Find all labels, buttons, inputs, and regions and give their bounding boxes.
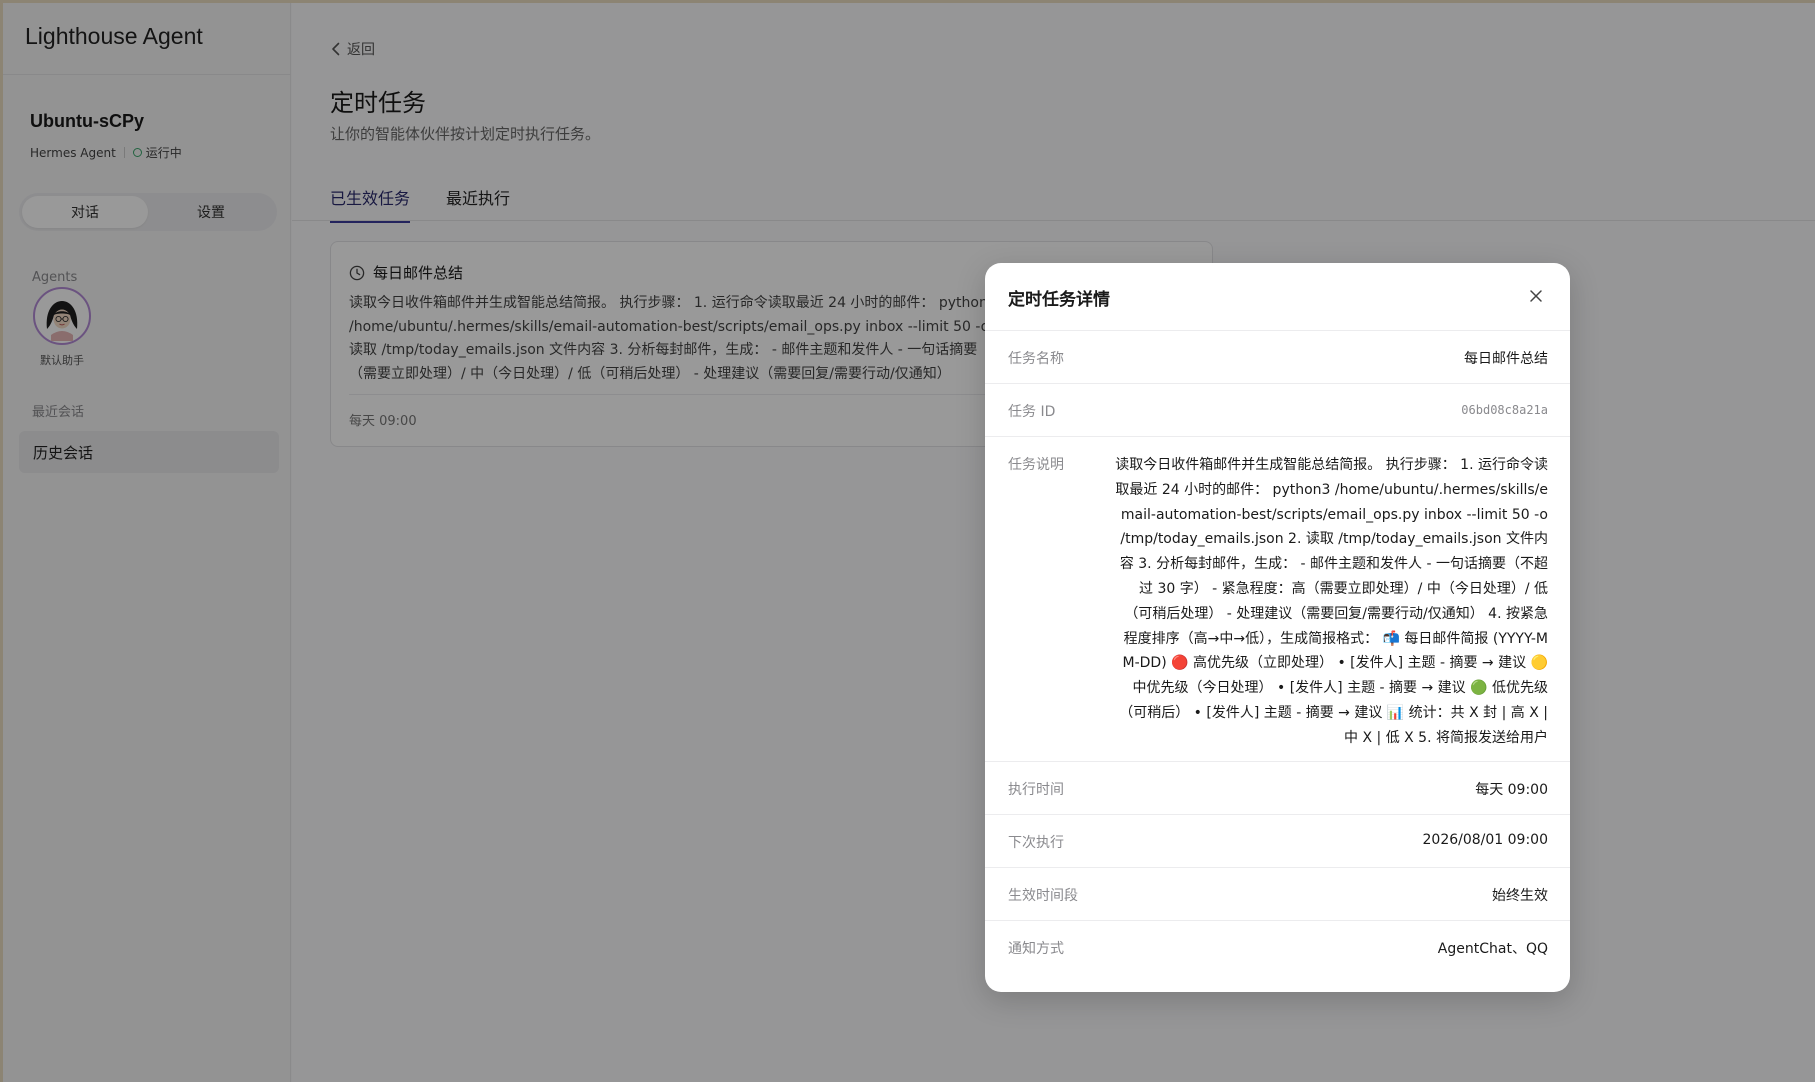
task-name-value: 每日邮件总结 [1464, 351, 1548, 367]
next-run-value: 2026/08/01 09:00 [1422, 832, 1549, 848]
task-description-value: 读取今日收件箱邮件并生成智能总结简报。 执行步骤： 1. 运行命令读取最近 24… [1115, 457, 1548, 746]
row-active-period: 生效时间段 始终生效 [985, 868, 1570, 921]
row-task-name: 任务名称 每日邮件总结 [985, 331, 1570, 384]
row-task-description: 任务说明 读取今日收件箱邮件并生成智能总结简报。 执行步骤： 1. 运行命令读取… [985, 437, 1570, 762]
row-task-id: 任务 ID 06bd08c8a21a [985, 384, 1570, 437]
row-label: 生效时间段 [1008, 888, 1078, 904]
row-exec-time: 执行时间 每天 09:00 [985, 762, 1570, 815]
task-detail-modal: 定时任务详情 任务名称 每日邮件总结 任务 ID 06bd08c8a21a 任务… [985, 263, 1570, 992]
notify-value: AgentChat、QQ [1437, 941, 1548, 957]
row-label: 执行时间 [1008, 782, 1064, 798]
task-id-value: 06bd08c8a21a [1461, 403, 1548, 417]
row-label: 任务名称 [1008, 351, 1064, 367]
row-label: 通知方式 [1008, 941, 1064, 957]
active-period-value: 始终生效 [1492, 888, 1548, 904]
row-label: 下次执行 [1008, 835, 1064, 851]
exec-time-value: 每天 09:00 [1475, 782, 1548, 798]
modal-title: 定时任务详情 [1008, 290, 1110, 310]
row-label: 任务说明 [1008, 457, 1064, 473]
close-button[interactable] [1524, 284, 1548, 308]
row-notify: 通知方式 AgentChat、QQ [985, 921, 1570, 992]
modal-header: 定时任务详情 [985, 263, 1570, 331]
row-next-run: 下次执行 2026/08/01 09:00 [985, 815, 1570, 868]
row-label: 任务 ID [1008, 404, 1056, 420]
close-icon [1530, 290, 1542, 302]
